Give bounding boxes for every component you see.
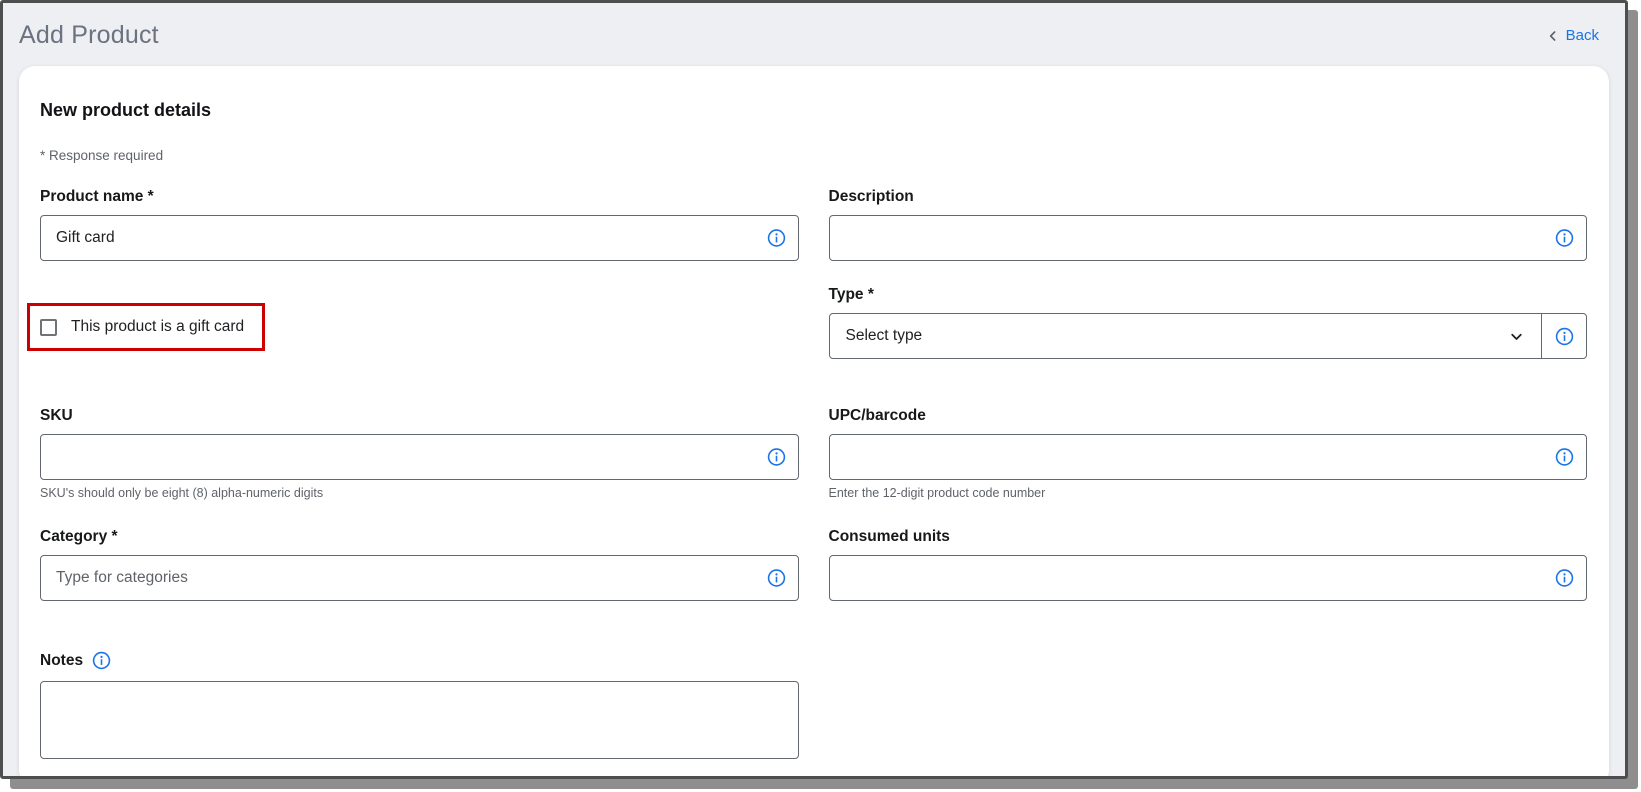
description-field-group: Description — [828, 188, 1587, 261]
type-select-group: Select type — [828, 313, 1587, 359]
sku-label: SKU — [40, 407, 73, 424]
consumed-units-input[interactable] — [828, 555, 1587, 601]
type-info-section — [1542, 314, 1586, 358]
type-label: Type * — [828, 286, 874, 303]
product-name-field-group: Product name * — [40, 188, 799, 261]
type-select[interactable]: Select type — [830, 314, 1542, 358]
category-input[interactable] — [40, 555, 799, 601]
form-title: New product details — [40, 100, 212, 120]
back-button-label: Back — [1565, 27, 1599, 44]
notes-textarea[interactable] — [40, 681, 799, 759]
info-icon[interactable] — [92, 651, 111, 670]
info-icon[interactable] — [1555, 448, 1574, 467]
add-product-window: Add Product Back New product details * R… — [0, 0, 1628, 779]
page-title: Add Product — [19, 21, 159, 49]
sku-input[interactable] — [40, 434, 799, 480]
description-label: Description — [828, 188, 914, 205]
annotation-highlight-box: This product is a gift card — [27, 303, 266, 351]
category-field-group: Category * — [40, 528, 799, 601]
gift-card-checkbox-label[interactable]: This product is a gift card — [71, 318, 244, 336]
notes-label: Notes — [40, 651, 84, 669]
type-select-value: Select type — [845, 327, 923, 344]
product-name-input[interactable] — [40, 215, 799, 261]
notes-field-group: Notes — [40, 651, 799, 764]
category-label: Category * — [40, 528, 118, 545]
gift-card-checkbox-cell: This product is a gift card — [27, 261, 799, 351]
chevron-down-icon — [1508, 328, 1525, 345]
type-field-group: Type * Select type — [828, 286, 1587, 359]
product-name-label: Product name * — [40, 188, 154, 205]
info-icon[interactable] — [767, 229, 786, 248]
page-header: Add Product Back — [3, 3, 1625, 60]
back-button[interactable]: Back — [1545, 27, 1599, 44]
info-icon[interactable] — [767, 569, 786, 588]
upc-field-group: UPC/barcode Enter the 12-digit product c… — [828, 407, 1587, 500]
form-grid: Product name * Description — [27, 188, 1587, 764]
info-icon[interactable] — [767, 448, 786, 467]
sku-helper-text: SKU's should only be eight (8) alpha-num… — [40, 486, 324, 500]
required-note: * Response required — [40, 148, 164, 163]
chevron-left-icon — [1545, 28, 1561, 44]
upc-helper-text: Enter the 12-digit product code number — [828, 486, 1046, 500]
consumed-units-label: Consumed units — [828, 528, 950, 545]
description-input[interactable] — [828, 215, 1587, 261]
gift-card-checkbox[interactable] — [40, 318, 57, 336]
new-product-details-card: New product details * Response required … — [19, 66, 1609, 776]
info-icon[interactable] — [1555, 569, 1574, 588]
info-icon[interactable] — [1555, 327, 1574, 346]
info-icon[interactable] — [1555, 229, 1574, 248]
consumed-units-field-group: Consumed units — [828, 528, 1587, 601]
upc-input[interactable] — [828, 434, 1587, 480]
sku-field-group: SKU SKU's should only be eight (8) alpha… — [40, 407, 799, 500]
upc-label: UPC/barcode — [828, 407, 926, 424]
